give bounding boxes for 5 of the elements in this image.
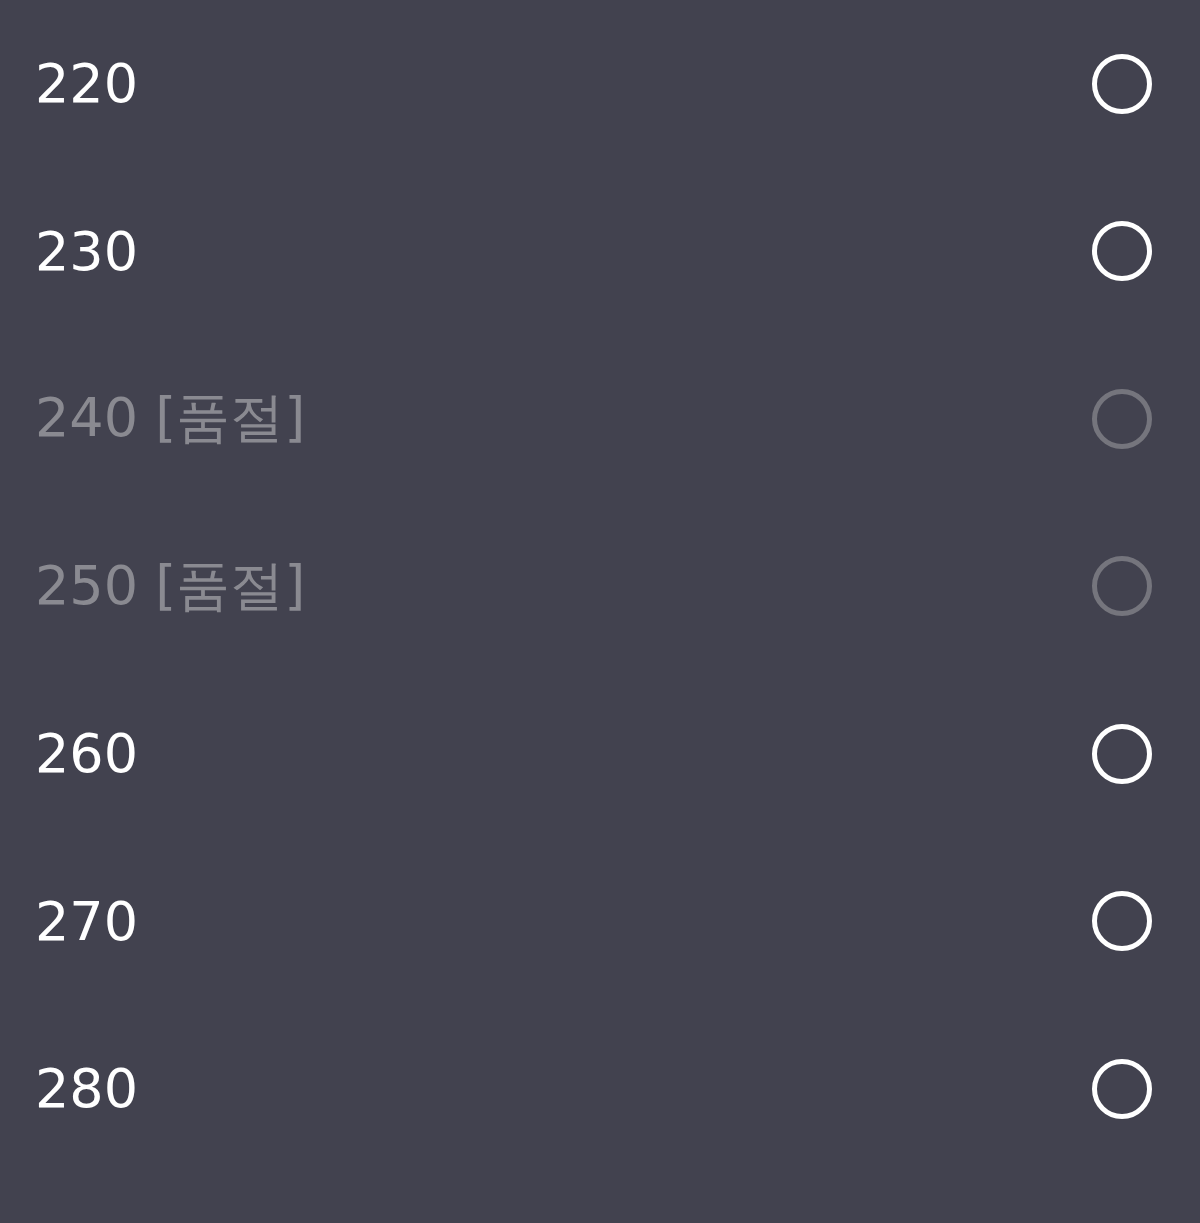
size-option[interactable]: 220 [0, 0, 1200, 168]
size-option[interactable]: 230 [0, 167, 1200, 335]
size-option[interactable]: 260 [0, 670, 1200, 838]
size-option[interactable]: 270 [0, 837, 1200, 1005]
size-option[interactable]: 280 [0, 1005, 1200, 1173]
